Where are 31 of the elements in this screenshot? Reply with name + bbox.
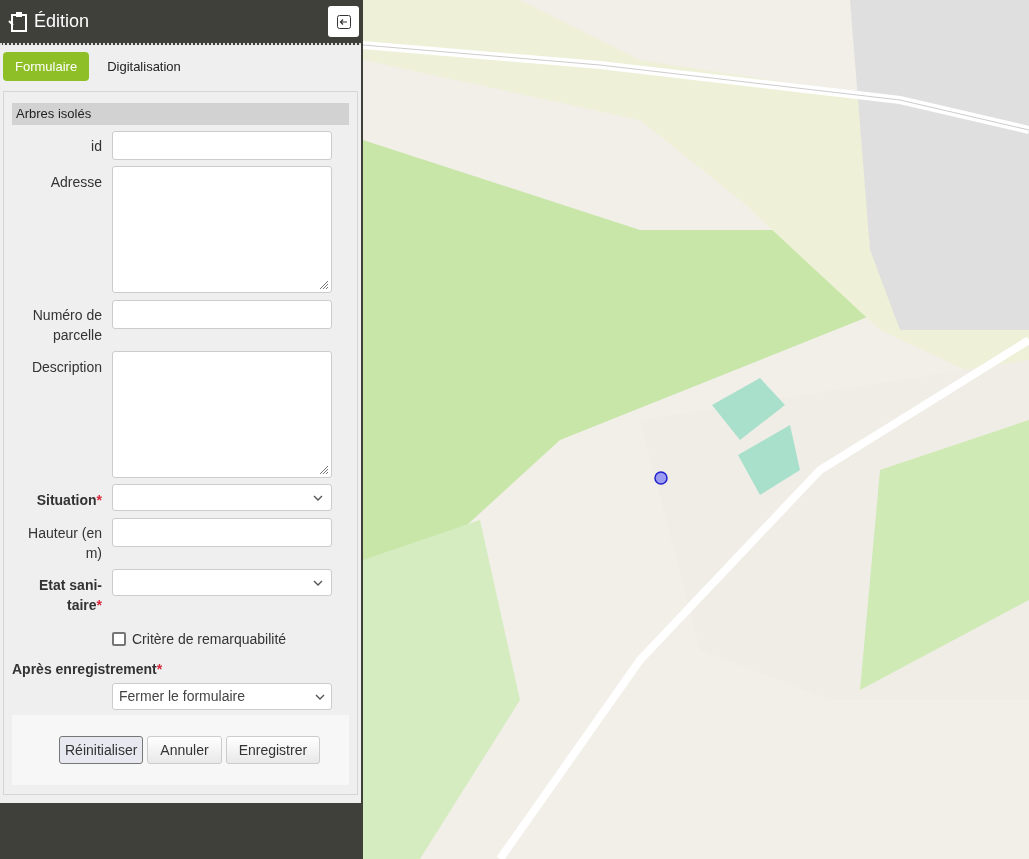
form-button[interactable]: Réinitialiser <box>59 736 144 764</box>
checkbox[interactable] <box>112 632 126 646</box>
resize-handle-icon[interactable] <box>317 463 329 475</box>
chevron-down-icon <box>313 579 323 586</box>
field-label: id <box>91 138 102 154</box>
point-marker-icon[interactable] <box>654 471 668 485</box>
field-label: Etat sani-taire* <box>39 577 102 613</box>
field-label: Adresse <box>50 174 102 190</box>
checkbox-label: Critère de remarquabilité <box>132 629 287 649</box>
arrow-left-icon <box>336 14 351 29</box>
field-label: Numéro de parcelle <box>32 307 102 343</box>
field-label: Situation* <box>36 492 102 508</box>
field-label: Après enregistrement* <box>12 661 163 677</box>
section-header: Arbres isolés <box>12 103 349 125</box>
resize-handle-icon[interactable] <box>317 278 329 290</box>
field-label: Hauteur (en m) <box>28 525 102 561</box>
dropdown-field[interactable] <box>112 484 332 511</box>
text-field[interactable] <box>112 300 332 329</box>
text-field[interactable] <box>112 518 332 547</box>
dropdown-field[interactable]: Fermer le formulaire <box>112 683 332 710</box>
chevron-down-icon <box>315 693 325 700</box>
dropdown-field[interactable] <box>112 569 332 596</box>
chevron-down-icon <box>313 494 323 501</box>
collapse-button[interactable] <box>328 6 359 37</box>
panel-title: Édition <box>34 10 90 33</box>
tab[interactable]: Digitalisation <box>95 52 193 81</box>
form-button[interactable]: Annuler <box>147 736 222 764</box>
form-button[interactable]: Enregistrer <box>225 736 321 764</box>
clipboard-icon <box>8 10 28 33</box>
text-field[interactable] <box>112 131 332 160</box>
field-label: Description <box>31 359 102 375</box>
